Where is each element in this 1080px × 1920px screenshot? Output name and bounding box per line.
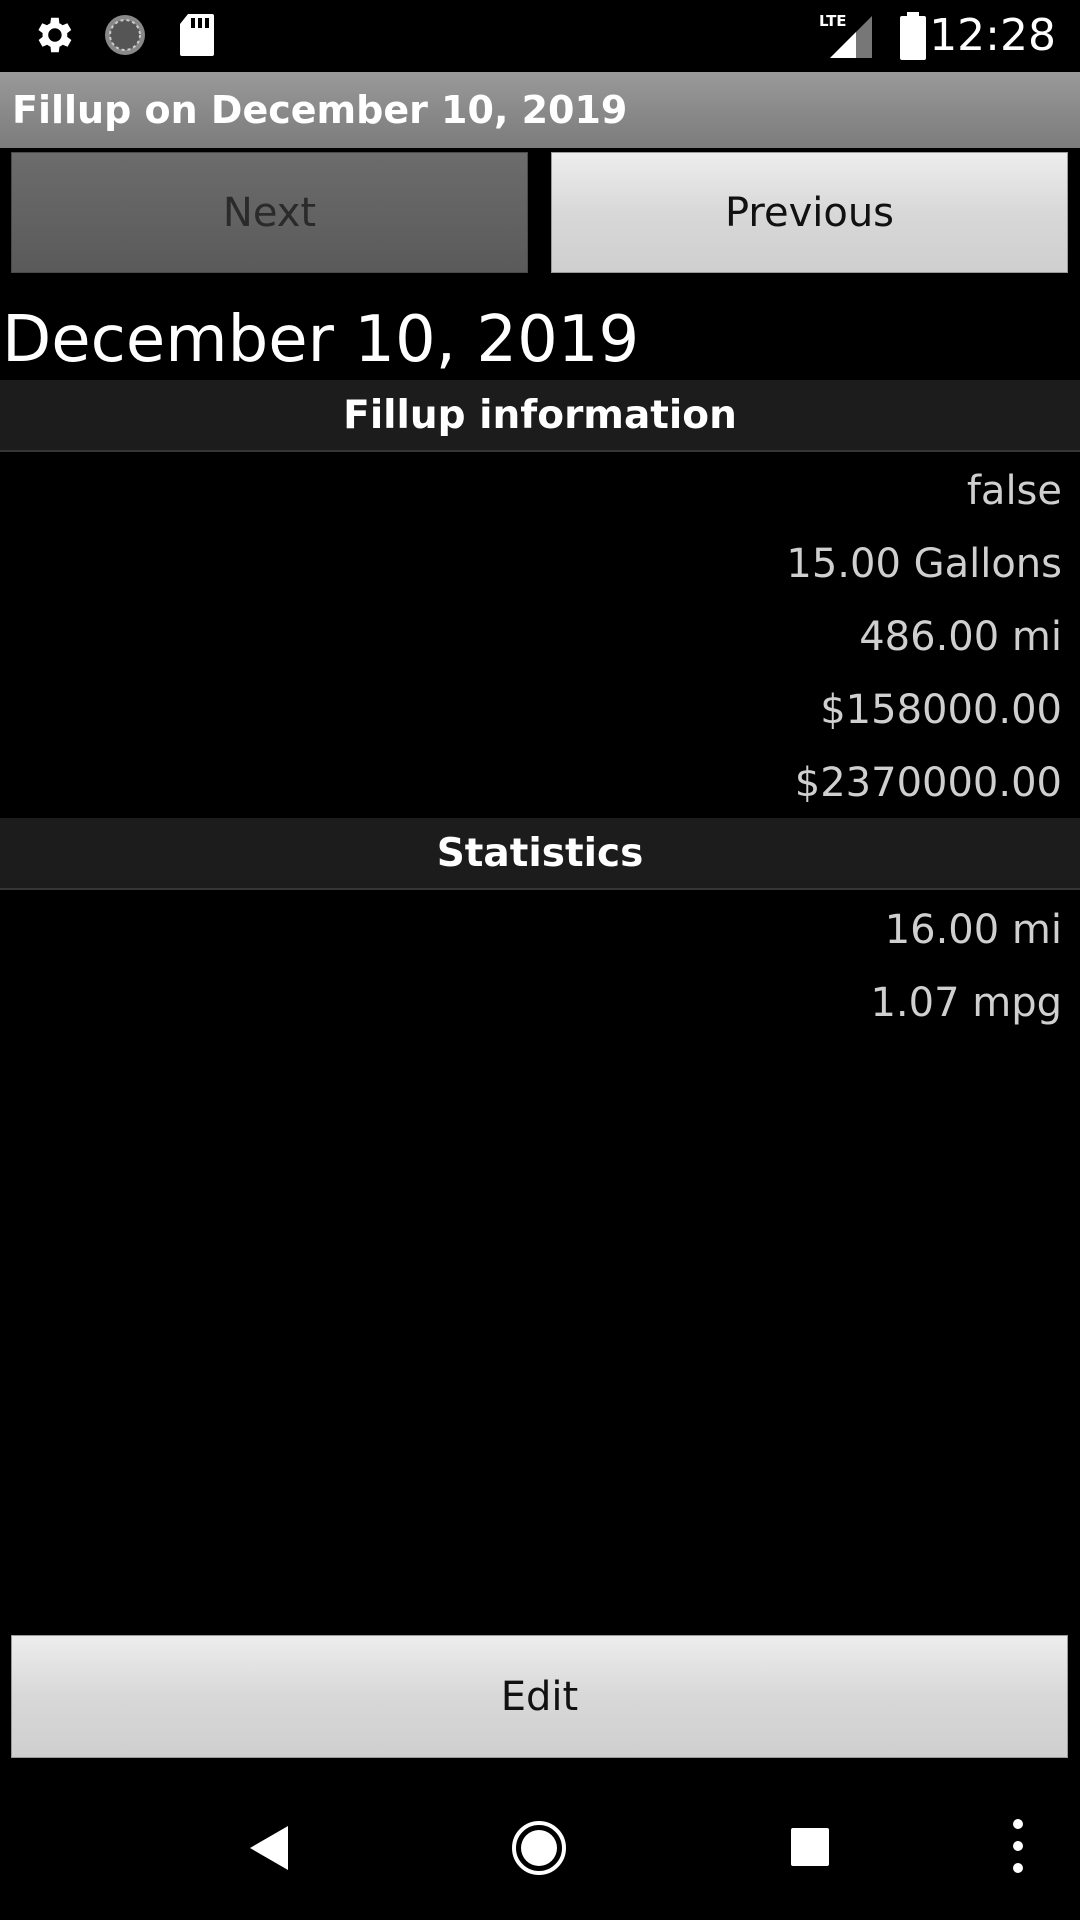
- statistics-value-economy: 1.07 mpg: [870, 980, 1062, 1026]
- statistics-value-distance: 16.00 mi: [884, 907, 1062, 953]
- status-bar: LTE 12:28: [0, 0, 1080, 72]
- next-button[interactable]: Next: [11, 152, 528, 273]
- date-heading: December 10, 2019: [2, 303, 640, 377]
- gear-icon: [30, 12, 76, 62]
- fillup-value-price: $158000.00: [820, 687, 1062, 733]
- fillup-value-gallons: 15.00 Gallons: [786, 541, 1062, 587]
- recents-icon[interactable]: [791, 1828, 829, 1870]
- battery-icon: [898, 12, 928, 64]
- page-title: Fillup on December 10, 2019: [12, 88, 628, 132]
- fillup-value-total-cost: $2370000.00: [794, 760, 1062, 806]
- status-time: 12:28: [929, 10, 1056, 61]
- title-bar: Fillup on December 10, 2019: [0, 72, 1080, 148]
- svg-text:LTE: LTE: [819, 12, 847, 30]
- navigation-bar: [0, 1780, 1080, 1920]
- edit-button-label: Edit: [500, 1673, 579, 1720]
- fillup-value-odometer: 486.00 mi: [859, 614, 1062, 660]
- edit-button[interactable]: Edit: [11, 1635, 1068, 1758]
- fillup-information-header: Fillup information: [0, 380, 1080, 452]
- home-icon[interactable]: [511, 1820, 567, 1880]
- section-title: Fillup information: [343, 392, 737, 438]
- section-title: Statistics: [436, 830, 644, 876]
- previous-button-label: Previous: [724, 189, 895, 236]
- fillup-value-partial: false: [966, 468, 1062, 514]
- back-icon[interactable]: [248, 1824, 290, 1876]
- signal-icon: LTE: [818, 10, 874, 64]
- more-icon[interactable]: [1010, 1816, 1026, 1880]
- statistics-header: Statistics: [0, 818, 1080, 890]
- previous-button[interactable]: Previous: [551, 152, 1068, 273]
- next-button-label: Next: [222, 189, 317, 236]
- screen: LTE 12:28 Fillup on December 10, 2019 Ne…: [0, 0, 1080, 1920]
- sync-icon: [102, 12, 148, 62]
- sd-card-icon: [178, 12, 216, 62]
